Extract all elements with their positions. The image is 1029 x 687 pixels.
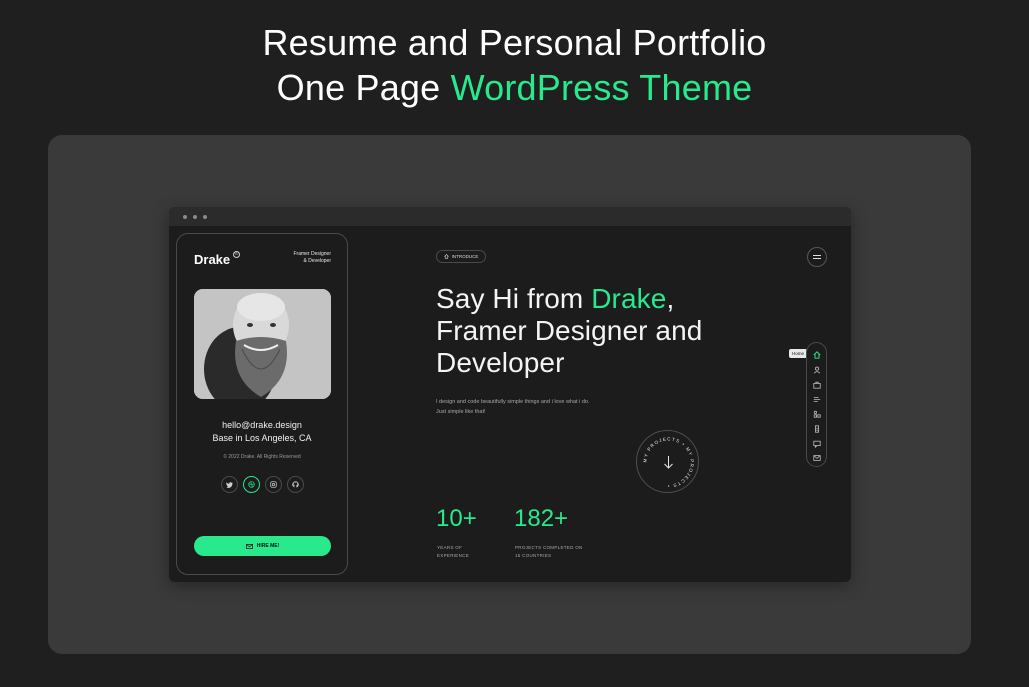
registered-mark: ® [233,251,240,258]
stat-years-label: YEARS OF EXPERIENCE [437,544,469,560]
arrow-down-icon [664,456,673,469]
services-icon[interactable] [813,410,821,418]
hero-line-2: Framer Designer and [436,315,703,346]
section-nav-rail [806,342,827,467]
desc-line-2: Just simple like that! [436,409,486,415]
instagram-icon[interactable] [265,476,282,493]
testimonial-icon[interactable] [813,440,821,448]
profile-role: Framer Designer & Developer [293,251,331,265]
headline-line-2: One Page WordPress Theme [0,65,1029,110]
window-dot [183,215,187,219]
mail-icon [245,543,253,549]
github-icon[interactable] [287,476,304,493]
rotating-text-badge: MY PROJECTS • MY PROJECTS • [642,436,693,488]
social-links [221,476,304,493]
hero-line-1: Say Hi from Drake, [436,283,702,315]
menu-button[interactable] [807,247,827,267]
stat-projects-value: 182+ [514,505,569,532]
hero-comma: , [666,283,675,314]
copyright-text: © 2022 Drake. All Rights Reserved [223,454,301,460]
desc-line-1: I design and code beautifully simple thi… [436,399,590,405]
briefcase-icon[interactable] [813,381,821,389]
home-icon[interactable] [813,351,821,359]
dribbble-icon[interactable] [243,476,260,493]
my-projects-badge[interactable]: MY PROJECTS • MY PROJECTS • [636,430,699,493]
intro-label: INTRODUCE [451,254,479,259]
browser-titlebar [169,207,851,226]
role-line-2: & Developer [303,258,331,264]
mail-icon[interactable] [813,454,821,462]
stat-projects-label: PROJECTS COMPLETED ON 15 COUNTRIES [515,544,583,560]
resume-icon[interactable] [813,396,821,404]
window-dot [203,215,207,219]
stat-years-value: 10+ [436,505,477,532]
window-dot [193,215,197,219]
headline-plain: One Page [276,67,451,108]
hero-heading: Say Hi from Drake, Framer Designer and D… [436,283,702,379]
stat-label-line: PROJECTS COMPLETED ON [515,545,583,550]
hire-me-label: HIRE ME! [256,543,280,549]
profile-email[interactable]: hello@drake.design [177,420,347,430]
skills-icon[interactable] [813,425,821,433]
stat-label-line: EXPERIENCE [437,553,470,558]
user-icon[interactable] [813,366,821,374]
hire-me-button[interactable]: HIRE ME! [194,536,331,556]
hero-line-3: Developer [436,347,565,378]
hero-text: Say Hi from [436,283,592,314]
browser-window: Drake ® Framer Designer & Developer hell… [169,207,851,582]
headline-accent: WordPress Theme [450,67,753,108]
home-icon [443,254,449,259]
hero-description: I design and code beautifully simple thi… [436,397,589,417]
role-line-1: Framer Designer [293,251,331,257]
twitter-icon[interactable] [221,476,238,493]
stat-label-line: 15 COUNTRIES [515,553,552,558]
brand-name[interactable]: Drake [194,252,230,267]
page-headline: Resume and Personal Portfolio One Page W… [0,20,1029,110]
section-pill-introduce: INTRODUCE [436,250,486,263]
bearded-man-portrait [194,289,331,399]
profile-location: Base in Los Angeles, CA [212,433,312,443]
hamburger-icon [813,255,821,259]
stat-label-line: YEARS OF [437,545,463,550]
profile-card: Drake ® Framer Designer & Developer hell… [176,233,348,575]
profile-photo [194,289,331,399]
nav-tooltip: Home [789,349,808,358]
headline-line-1: Resume and Personal Portfolio [262,22,767,63]
hero-name: Drake [591,283,667,314]
